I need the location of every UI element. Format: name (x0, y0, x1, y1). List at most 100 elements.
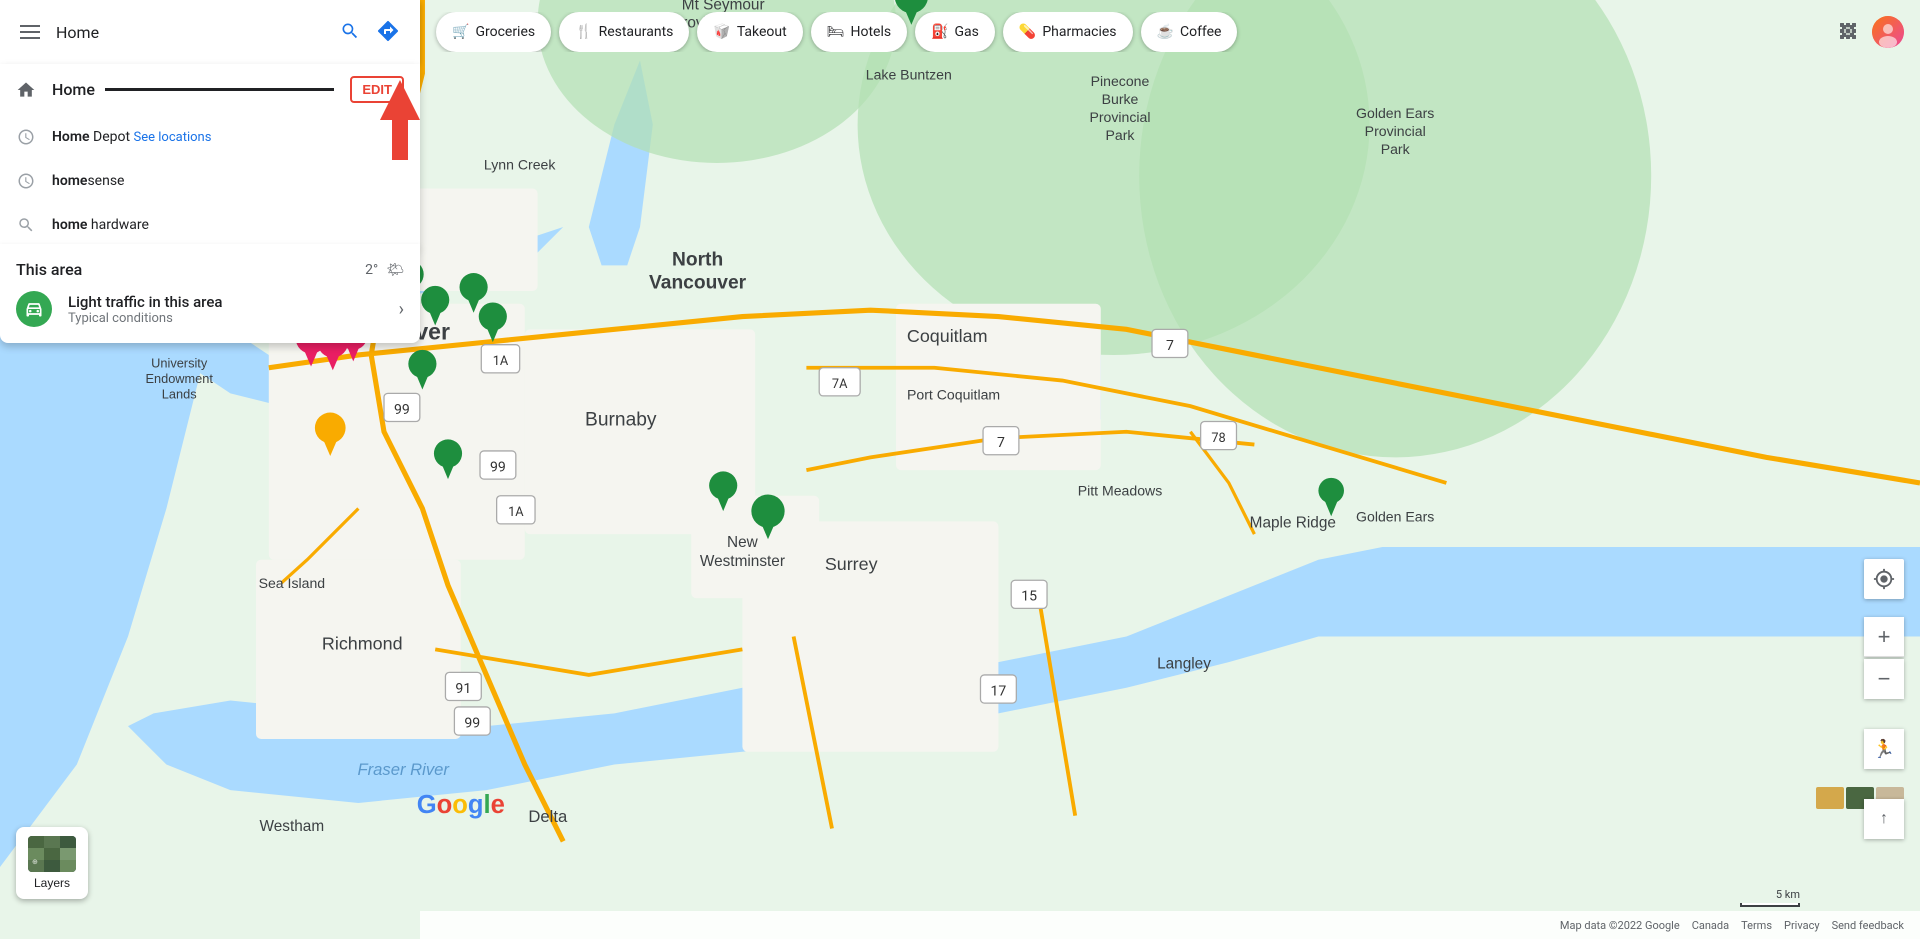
suggestion-text-hardware: home hardware (52, 217, 149, 233)
suggestion-title: Home Depot See locations (52, 129, 211, 145)
svg-text:7A: 7A (832, 377, 848, 392)
suggestion-text-home-depot: Home Depot See locations (52, 129, 211, 145)
send-feedback-link[interactable]: Send feedback (1832, 919, 1904, 932)
traffic-conditions: Typical conditions (68, 311, 222, 326)
svg-text:Coquitlam: Coquitlam (907, 326, 988, 346)
suggestion-text-homesense: homesense (52, 173, 124, 189)
pegman-container: 🏃 (1864, 729, 1904, 769)
chevron-right-icon: › (399, 299, 404, 320)
terms-link[interactable]: Terms (1741, 919, 1772, 932)
search-button[interactable] (332, 13, 368, 52)
svg-text:99: 99 (464, 715, 480, 731)
location-button[interactable] (1864, 559, 1904, 599)
zoom-controls: + − (1864, 617, 1904, 699)
search-dropdown: Home EDIT Home Depot See locations homes… (0, 64, 420, 247)
svg-text:⊕: ⊕ (32, 859, 38, 866)
traffic-weather: 2° 🌤 (365, 262, 404, 278)
pharmacy-icon: 💊 (1019, 24, 1036, 40)
privacy-link[interactable]: Privacy (1784, 919, 1820, 932)
svg-text:Pitt Meadows: Pitt Meadows (1078, 483, 1163, 499)
traffic-status-item[interactable]: Light traffic in this area Typical condi… (16, 291, 404, 327)
suggestion-home-hardware[interactable]: home hardware (0, 203, 420, 247)
expand-button[interactable]: ↑ (1864, 799, 1904, 839)
suggestion-title-3: home hardware (52, 217, 149, 233)
right-icons (1836, 16, 1920, 48)
traffic-title: This area (16, 260, 82, 279)
suggestion-title-2: homesense (52, 173, 124, 189)
clock-icon-2 (16, 171, 36, 191)
svg-text:Lynn Creek: Lynn Creek (484, 156, 556, 172)
svg-text:1A: 1A (493, 354, 509, 369)
chip-coffee[interactable]: ☕ Coffee (1141, 12, 1238, 52)
svg-text:Golden Ears: Golden Ears (1356, 508, 1434, 524)
pegman-button[interactable]: 🏃 (1864, 729, 1904, 769)
svg-text:Vancouver: Vancouver (649, 272, 747, 293)
directions-button[interactable] (368, 11, 408, 54)
edit-button[interactable]: EDIT (350, 76, 404, 103)
search-icon-2 (16, 215, 36, 235)
svg-text:North: North (672, 249, 723, 270)
suggestion-homesense[interactable]: homesense (0, 159, 420, 203)
svg-text:91: 91 (455, 681, 471, 697)
layers-thumbnail: ⊕ (28, 836, 76, 872)
zoom-out-button[interactable]: − (1864, 659, 1904, 699)
svg-text:Surrey: Surrey (825, 554, 878, 574)
svg-text:Sea Island: Sea Island (259, 575, 326, 591)
scale-line (1740, 903, 1800, 907)
home-saved-item[interactable]: Home EDIT (0, 64, 420, 115)
home-icon (16, 80, 36, 100)
svg-text:Maple Ridge: Maple Ridge (1250, 515, 1336, 532)
svg-text:Park: Park (1106, 127, 1136, 143)
search-area: Home (0, 0, 420, 64)
svg-text:Delta: Delta (528, 807, 568, 826)
svg-text:Pinecone: Pinecone (1091, 73, 1150, 89)
map-region: Canada (1692, 919, 1729, 932)
menu-button[interactable] (12, 17, 48, 47)
cart-icon: 🛒 (452, 24, 469, 40)
zoom-in-button[interactable]: + (1864, 617, 1904, 657)
chip-takeout[interactable]: 🥡 Takeout (697, 12, 802, 52)
category-bar: 🛒 Groceries 🍴 Restaurants 🥡 Takeout 🛏 Ho… (420, 12, 1253, 52)
chip-pharmacies[interactable]: 💊 Pharmacies (1003, 12, 1133, 52)
avatar-button[interactable] (1872, 16, 1904, 48)
suggestion-home-depot[interactable]: Home Depot See locations (0, 115, 420, 159)
svg-text:Langley: Langley (1157, 656, 1211, 673)
svg-text:Westham: Westham (260, 818, 325, 835)
map-type-default[interactable] (1816, 787, 1844, 809)
svg-text:Lands: Lands (162, 386, 197, 401)
search-input[interactable]: Home (56, 23, 332, 42)
home-label: Home (52, 80, 95, 99)
traffic-status: Light traffic in this area (68, 293, 222, 311)
scale-bar: 5 km (1740, 888, 1800, 907)
svg-text:Fraser River: Fraser River (357, 760, 450, 779)
chip-gas[interactable]: ⛽ Gas (915, 12, 995, 52)
partly-cloudy-icon: 🌤 (386, 262, 404, 278)
svg-text:1A: 1A (508, 505, 524, 520)
coffee-icon: ☕ (1157, 24, 1174, 40)
traffic-header: This area 2° 🌤 (16, 260, 404, 279)
svg-text:99: 99 (490, 459, 506, 475)
chip-restaurants[interactable]: 🍴 Restaurants (559, 12, 689, 52)
svg-text:Burke: Burke (1102, 91, 1139, 107)
svg-text:Golden Ears: Golden Ears (1356, 105, 1434, 121)
map-copyright: Map data ©2022 Google (1560, 919, 1680, 932)
grid-button[interactable] (1836, 19, 1860, 46)
bottom-bar: Map data ©2022 Google Canada Terms Priva… (420, 911, 1920, 939)
svg-text:Westminster: Westminster (700, 553, 785, 570)
hotel-icon: 🛏 (827, 24, 845, 40)
layers-button[interactable]: ⊕ Layers (16, 827, 88, 899)
chip-groceries[interactable]: 🛒 Groceries (436, 12, 551, 52)
temperature: 2° (365, 262, 378, 278)
traffic-text: Light traffic in this area Typical condi… (68, 293, 222, 326)
layers-label: Layers (34, 876, 70, 890)
svg-text:Park: Park (1381, 141, 1411, 157)
chip-hotels[interactable]: 🛏 Hotels (811, 12, 907, 52)
home-text-area: Home (52, 80, 334, 99)
svg-text:99: 99 (394, 402, 410, 418)
svg-text:Burnaby: Burnaby (585, 409, 657, 430)
fork-icon: 🍴 (575, 24, 592, 40)
svg-text:15: 15 (1021, 589, 1037, 605)
scale-label: 5 km (1776, 888, 1800, 901)
bag-icon: 🥡 (713, 24, 730, 40)
svg-text:Google: Google (417, 791, 505, 819)
